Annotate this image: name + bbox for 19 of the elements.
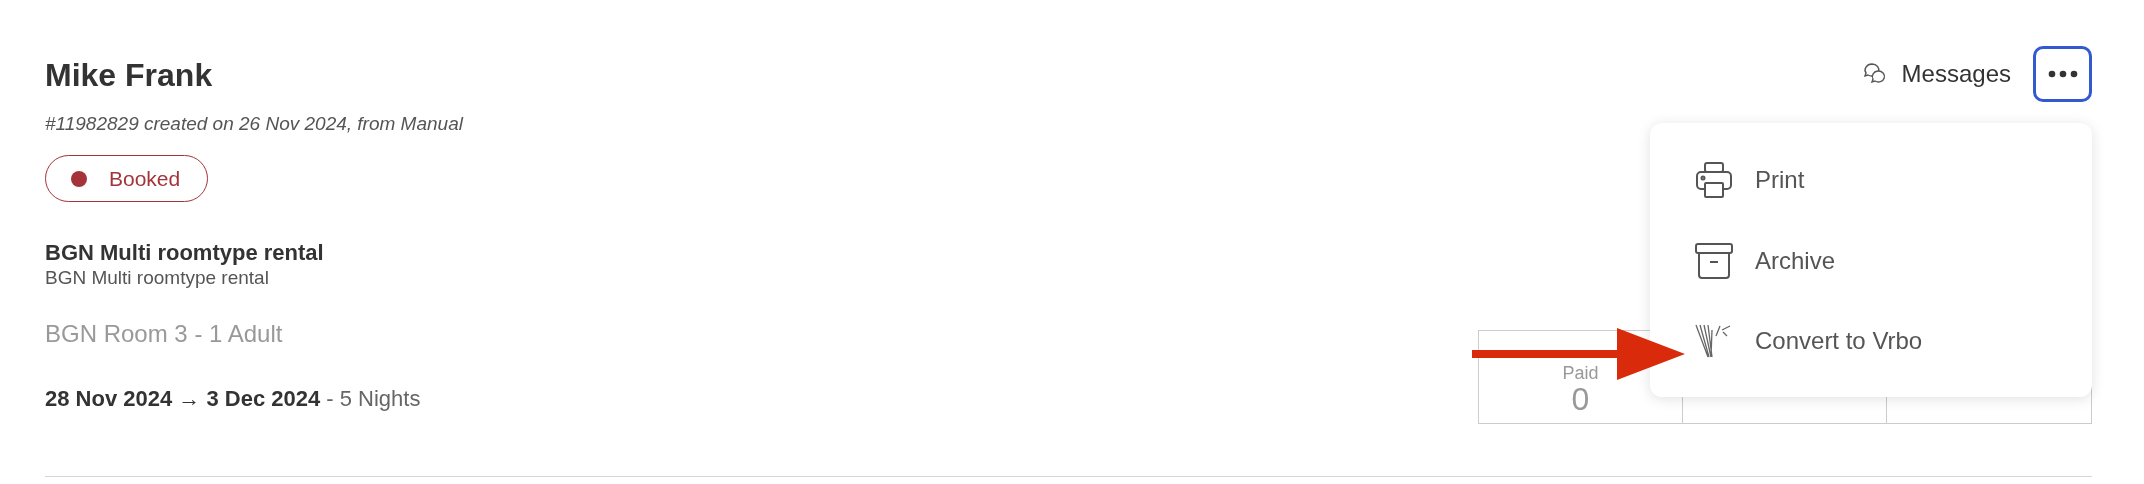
booking-meta: #11982829 created on 26 Nov 2024, from Manual	[45, 112, 463, 137]
menu-item[interactable]: Convert to Vrbo	[1695, 323, 1923, 359]
room-info: BGN Room 3 - 1 Adult	[45, 318, 284, 349]
messages-button[interactable]: Messages	[1861, 56, 2011, 92]
menu-item[interactable]: Archive	[1695, 243, 1836, 279]
nights-count: - 5 Nights	[326, 385, 421, 411]
rental-title: BGN Multi roomtype rental	[45, 240, 325, 267]
menu-item[interactable]: Print	[1695, 161, 1805, 199]
vrbo-logo-icon	[1695, 324, 1733, 358]
date-range: 28 Nov 2024 → 3 Dec 2024	[45, 385, 321, 411]
payment-value: 0	[1571, 381, 1590, 417]
printer-icon	[1695, 161, 1733, 199]
more-icon	[2047, 70, 2078, 78]
guest-name: Mike Frank	[45, 56, 214, 95]
more-options-button[interactable]	[2033, 46, 2092, 102]
rental-subtitle: BGN Multi roomtype rental	[45, 266, 270, 290]
archive-box-icon	[1695, 243, 1733, 279]
status-label: Booked	[109, 165, 181, 192]
payment-label: Paid	[1562, 363, 1599, 382]
